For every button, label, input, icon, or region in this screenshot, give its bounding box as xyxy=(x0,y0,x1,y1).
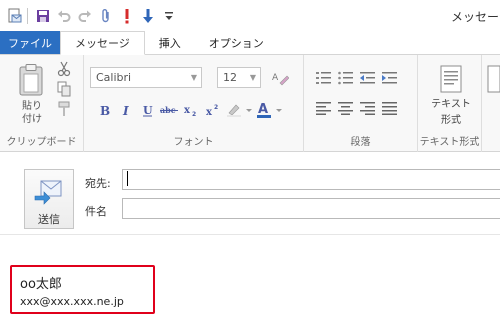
svg-text:2: 2 xyxy=(214,104,218,111)
signature-email: xxx@xxx.xxx.ne.jp xyxy=(20,295,124,308)
svg-text:2: 2 xyxy=(192,111,196,117)
svg-text:U: U xyxy=(143,104,153,117)
title-bar: メッセージ xyxy=(0,0,500,31)
subscript-icon[interactable]: x2 xyxy=(181,99,203,121)
text-format-label-1: テキスト xyxy=(431,99,471,110)
font-style-buttons: B I U abc x2 x2 A xyxy=(93,99,287,121)
text-format-button[interactable]: テキスト 形式 xyxy=(426,65,476,128)
paste-icon xyxy=(19,64,43,96)
text-document-icon xyxy=(440,65,462,93)
quick-access-toolbar xyxy=(0,0,179,31)
superscript-icon[interactable]: x2 xyxy=(203,99,225,121)
strikethrough-icon[interactable]: abc xyxy=(159,99,181,121)
tab-insert[interactable]: 挿入 xyxy=(145,31,195,54)
bold-icon[interactable]: B xyxy=(93,99,115,121)
svg-text:I: I xyxy=(122,104,129,117)
align-center-icon[interactable] xyxy=(338,101,354,115)
format-painter-icon[interactable] xyxy=(56,101,72,117)
svg-text:A: A xyxy=(258,102,268,117)
redo-icon[interactable] xyxy=(74,4,95,28)
signature-highlight-box: oo太郎 xxx@xxx.xxx.ne.jp xyxy=(10,265,155,314)
to-label: 宛先: xyxy=(85,177,111,190)
compose-header: 送信 宛先: 件名 xyxy=(0,153,500,235)
customize-qat-icon[interactable] xyxy=(158,4,179,28)
attach-icon[interactable] xyxy=(95,4,116,28)
to-field[interactable] xyxy=(122,169,500,190)
decrease-indent-icon[interactable] xyxy=(360,71,376,85)
send-icon xyxy=(34,180,62,205)
ribbon: 貼り 付け クリップボード Calibri ▼ 12 ▼ A B I U abc… xyxy=(0,55,500,152)
align-left-icon[interactable] xyxy=(316,101,332,115)
importance-icon[interactable] xyxy=(116,4,137,28)
svg-text:A: A xyxy=(272,73,279,83)
clipboard-group-label: クリップボード xyxy=(6,137,77,148)
font-color-icon[interactable]: A xyxy=(255,99,287,121)
cut-icon[interactable] xyxy=(56,61,72,77)
font-size-value: 12 xyxy=(223,71,237,84)
tab-options[interactable]: オプション xyxy=(195,31,278,54)
font-name-value: Calibri xyxy=(96,71,132,84)
font-group-label: フォント xyxy=(173,137,214,148)
tab-file[interactable]: ファイル xyxy=(0,31,60,54)
save-icon[interactable] xyxy=(32,4,53,28)
text-cursor xyxy=(127,171,128,186)
paragraph-group: 段落 xyxy=(304,55,418,152)
clipboard-group: 貼り 付け クリップボード xyxy=(0,55,84,152)
app-icon[interactable] xyxy=(4,4,25,28)
partial-next-icon[interactable] xyxy=(486,65,500,93)
send-label: 送信 xyxy=(38,213,60,226)
paste-label-2: 付け xyxy=(22,114,42,125)
clear-formatting-icon[interactable]: A xyxy=(271,70,289,86)
undo-icon[interactable] xyxy=(53,4,74,28)
ribbon-tabs: ファイル メッセージ 挿入 オプション xyxy=(0,31,500,55)
window-title: メッセージ xyxy=(451,10,500,24)
underline-icon[interactable]: U xyxy=(137,99,159,121)
justify-icon[interactable] xyxy=(382,101,398,115)
increase-indent-icon[interactable] xyxy=(382,71,398,85)
align-right-icon[interactable] xyxy=(360,101,376,115)
svg-text:x: x xyxy=(184,105,191,116)
clipboard-small-buttons xyxy=(56,61,72,117)
numbered-list-icon[interactable] xyxy=(316,71,332,85)
low-importance-icon[interactable] xyxy=(137,4,158,28)
signature-name: oo太郎 xyxy=(20,277,62,292)
subject-field[interactable] xyxy=(122,198,500,219)
qat-separator xyxy=(27,7,28,24)
subject-label: 件名 xyxy=(85,205,107,218)
send-button[interactable]: 送信 xyxy=(24,169,74,229)
italic-icon[interactable]: I xyxy=(115,99,137,121)
paragraph-row-2 xyxy=(316,101,398,115)
bullet-list-icon[interactable] xyxy=(338,71,354,85)
text-format-label-2: 形式 xyxy=(441,115,461,126)
message-body[interactable]: oo太郎 xxx@xxx.xxx.ne.jp xyxy=(0,236,500,320)
text-format-group-label: テキスト形式 xyxy=(419,137,480,148)
svg-text:x: x xyxy=(206,107,213,117)
paste-button[interactable]: 貼り 付け xyxy=(12,63,52,126)
next-group-partial xyxy=(482,55,500,152)
font-size-dropdown-icon[interactable]: ▼ xyxy=(246,68,260,87)
tab-message[interactable]: メッセージ xyxy=(60,31,145,55)
paste-label-1: 貼り xyxy=(22,101,42,112)
text-format-group: テキスト 形式 テキスト形式 xyxy=(418,55,482,152)
font-name-dropdown-icon[interactable]: ▼ xyxy=(187,68,201,87)
font-name-select[interactable]: Calibri ▼ xyxy=(90,67,202,88)
svg-text:B: B xyxy=(100,104,110,117)
font-group: Calibri ▼ 12 ▼ A B I U abc x2 x 2 A フォント xyxy=(84,55,304,152)
font-size-select[interactable]: 12 ▼ xyxy=(217,67,261,88)
paragraph-row-1 xyxy=(316,71,398,85)
highlight-icon[interactable] xyxy=(225,99,255,121)
paragraph-group-label: 段落 xyxy=(350,137,371,148)
copy-icon[interactable] xyxy=(56,81,72,97)
